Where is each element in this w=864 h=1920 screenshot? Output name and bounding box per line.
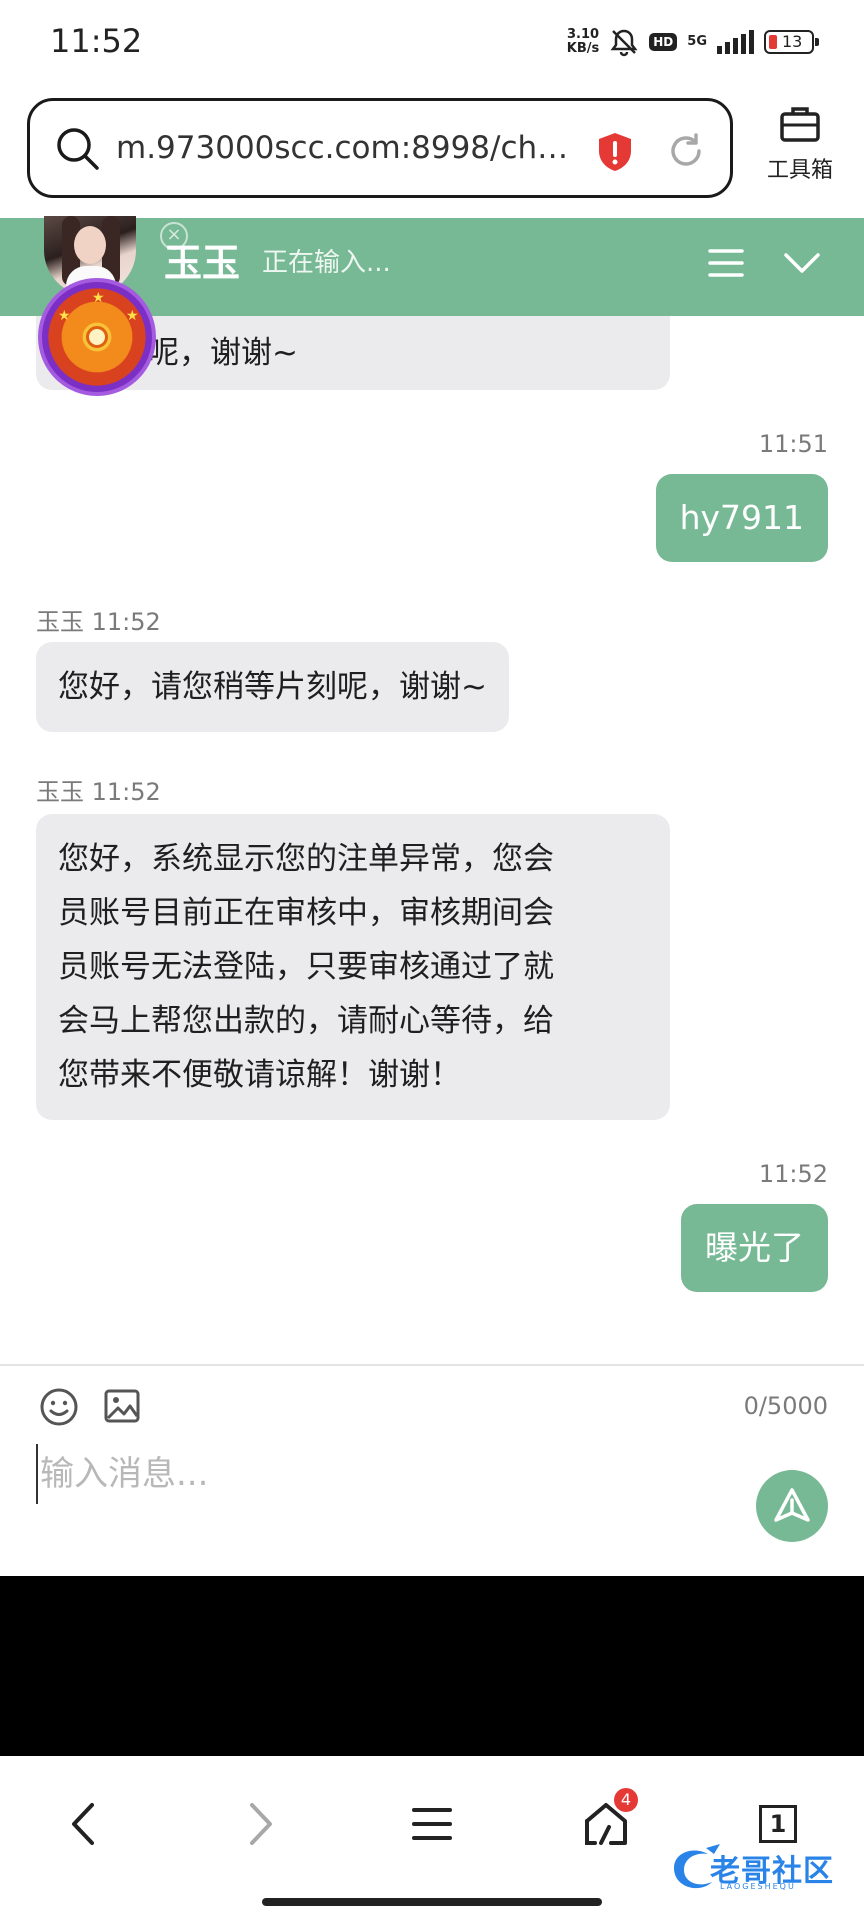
send-button[interactable] [756,1470,828,1542]
message-bubble-outgoing: hy7911 [655,474,828,562]
message-line: 您好，系统显示您的注单异常，您会 [58,841,554,877]
message-line: 员账号目前正在审核中，审核期间会 [58,895,554,931]
message-line: 会马上帮您出款的，请耐心等待，给 [58,1003,554,1039]
hamburger-icon [412,1808,452,1840]
menu-button[interactable] [402,1794,462,1854]
status-time: 11:52 [50,22,143,60]
message-input[interactable] [36,1444,736,1504]
message-text: 您好，请您稍等片刻呢，谢谢~ [58,669,487,705]
chevron-left-icon [72,1803,94,1845]
battery-icon: 13 [764,30,819,54]
url-text[interactable]: m.973000scc.com:8998/chs... [116,130,576,166]
message-bubble-incoming: 您好，系统显示您的注单异常，您会 员账号目前正在审核中，审核期间会 员账号无法登… [36,814,670,1120]
message-line: 员账号无法登陆，只要审核通过了就 [58,949,554,985]
toolbox-icon [780,107,820,142]
toolbox-label: 工具箱 [766,158,833,183]
hd-badge: HD [649,33,678,51]
message-text: 曝光了 [705,1228,804,1267]
back-button[interactable] [54,1794,114,1854]
blank-region [0,1576,864,1756]
address-bar[interactable]: m.973000scc.com:8998/chs... [27,98,733,198]
status-icons: 3.10 KB/s HD 5G 13 [567,24,819,60]
notification-badge: 4 [614,1788,638,1812]
message-time: 11:52 [758,1160,828,1188]
status-bar: 11:52 3.10 KB/s HD 5G 13 [0,0,864,84]
watermark-logo: 老哥社区 LAOGESHEQU [666,1840,856,1896]
message-sender-time: 玉玉 11:52 [36,608,161,636]
message-bubble-outgoing: 曝光了 [681,1204,828,1292]
watermark-subtext: LAOGESHEQU [720,1882,796,1891]
forward-button[interactable] [230,1794,290,1854]
tab-count: 1 [759,1805,797,1843]
agent-name: 玉玉 [164,241,241,285]
reload-icon[interactable] [666,131,706,171]
send-icon [774,1488,810,1522]
bell-muted-icon [610,29,638,57]
battery-level: 13 [782,32,803,51]
image-icon[interactable] [102,1386,142,1426]
network-speed: 3.10 KB/s [567,28,599,56]
message-time: 11:51 [758,430,828,458]
network-speed-unit: KB/s [566,41,600,56]
character-counter: 0/5000 [743,1392,828,1420]
chevron-right-icon [250,1803,272,1845]
message-line: 您带来不便敬请谅解！谢谢！ [58,1057,461,1093]
agent-typing-status: 正在输入... [262,248,391,278]
network-speed-value: 3.10 [566,27,600,42]
browser-bottom-nav: 4 1 老哥社区 LAOGESHEQU [0,1756,864,1920]
message-text: 呢，谢谢~ [148,335,298,371]
toolbox-button[interactable]: 工具箱 [756,104,844,184]
message-sender-time: 玉玉 11:52 [36,778,161,806]
message-bubble-incoming: 您好，请您稍等片刻呢，谢谢~ [36,642,509,732]
security-warning-icon[interactable] [596,131,634,173]
network-type: 5G [687,34,707,49]
menu-icon[interactable] [706,246,746,280]
search-icon [57,128,99,170]
message-text: hy7911 [679,498,804,537]
message-list[interactable]: 呢，谢谢~ 11:51 hy7911 玉玉 11:52 您好，请您稍等片刻呢，谢… [0,316,864,1364]
home-indicator[interactable] [262,1898,602,1906]
emoji-icon[interactable] [38,1386,80,1428]
message-composer: 0/5000 [0,1364,864,1576]
browser-toolbar: m.973000scc.com:8998/chs... 工具箱 [0,84,864,218]
signal-icon [717,30,754,54]
lucky-wheel-icon[interactable]: ★ ★ ★ [38,278,156,396]
chevron-down-icon[interactable] [782,246,822,280]
